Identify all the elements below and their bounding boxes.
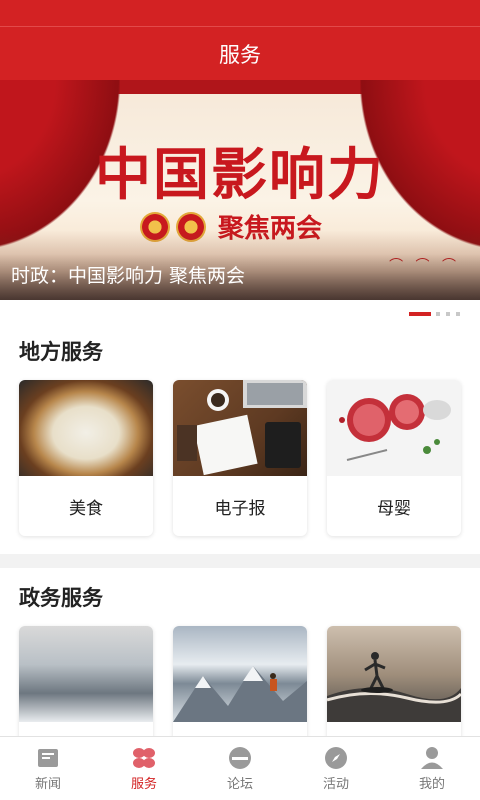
section-title: 政务服务 — [19, 586, 103, 610]
indicator-dot — [456, 312, 460, 316]
surfer-image — [327, 626, 461, 722]
tab-forum[interactable]: 论坛 — [192, 737, 288, 800]
card-label: 美食 — [69, 498, 103, 519]
tab-label: 服务 — [130, 776, 157, 792]
forum-icon — [228, 746, 252, 770]
tab-label: 论坛 — [226, 776, 253, 792]
service-card-maternal-infant[interactable]: 母婴 — [327, 380, 461, 536]
banner-carousel[interactable]: 中国影响力 聚焦两会 ⌒ ⌒ ⌒ 时政：中国影响力 聚焦两会 — [0, 80, 480, 300]
tab-activity[interactable]: 活动 — [288, 737, 384, 800]
tab-service[interactable]: 服务 — [96, 737, 192, 800]
climber-illustration — [173, 666, 307, 722]
tab-label: 我的 — [418, 776, 445, 792]
mountain-fog-image — [19, 626, 153, 722]
e-newspaper-image — [173, 380, 307, 476]
status-bar — [0, 0, 480, 26]
page-title: 服务 — [219, 42, 261, 67]
banner-caption: 时政：中国影响力 聚焦两会 — [11, 265, 246, 287]
tab-label: 新闻 — [34, 776, 61, 792]
local-services-section: 地方服务 美食 电子报 母婴 — [0, 322, 480, 554]
surfer-illustration — [327, 652, 461, 722]
service-card-e-newspaper[interactable]: 电子报 — [173, 380, 307, 536]
desk-illustration — [177, 380, 307, 476]
tab-label: 活动 — [322, 776, 349, 792]
banner-headline: 中国影响力 — [95, 142, 385, 208]
bottom-tab-bar: 新闻 服务 论坛 活动 我的 — [0, 736, 480, 800]
user-icon — [420, 746, 444, 770]
tab-news[interactable]: 新闻 — [0, 737, 96, 800]
section-divider — [0, 554, 480, 568]
app-bar: 服务 — [0, 26, 480, 80]
pie-illustration — [339, 394, 451, 461]
snow-mountain-image — [173, 626, 307, 722]
service-card-food[interactable]: 美食 — [19, 380, 153, 536]
tab-mine[interactable]: 我的 — [384, 737, 480, 800]
compass-icon — [324, 746, 348, 770]
card-label: 母婴 — [377, 498, 411, 519]
service-icon — [132, 746, 156, 770]
indicator-dot-active — [409, 312, 431, 316]
card-label: 电子报 — [214, 498, 266, 519]
carousel-indicators — [0, 300, 480, 322]
section-title: 地方服务 — [19, 340, 103, 364]
food-image — [19, 380, 153, 476]
indicator-dot — [436, 312, 440, 316]
indicator-dot — [446, 312, 450, 316]
news-icon — [36, 746, 60, 770]
maternal-infant-image — [327, 380, 461, 476]
